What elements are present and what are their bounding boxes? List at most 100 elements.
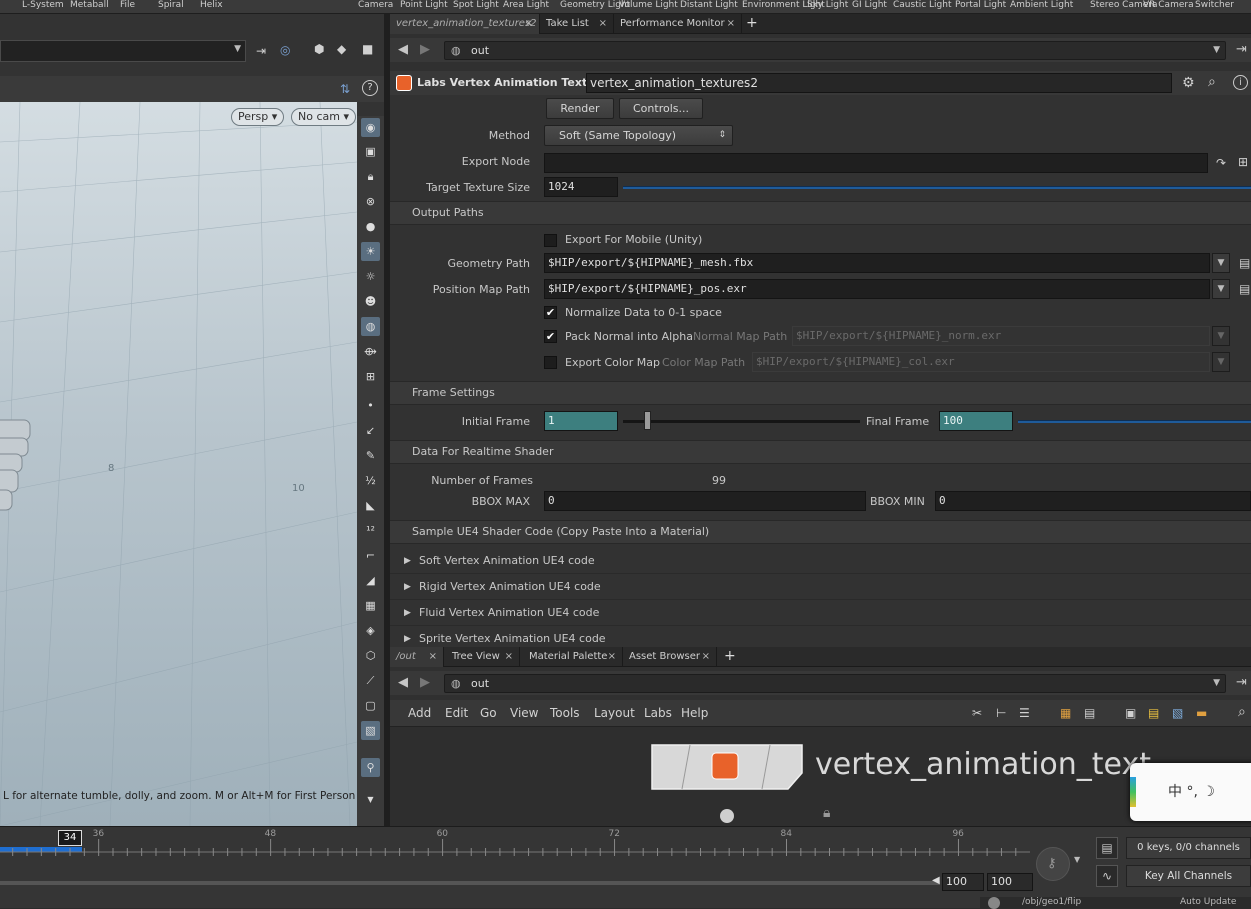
close-icon[interactable]: × <box>608 647 616 667</box>
corner-icon[interactable]: ⌐ <box>361 546 380 565</box>
menu-help[interactable]: Help <box>681 700 708 727</box>
shelf-item[interactable]: Spiral <box>158 0 184 10</box>
file-browse-icon[interactable]: ▤ <box>1239 256 1250 270</box>
close-icon[interactable]: × <box>505 647 513 667</box>
viewport-path-field[interactable]: ▼ <box>0 40 246 62</box>
current-frame-marker[interactable]: 34 <box>58 830 82 846</box>
point-icon[interactable]: • <box>361 396 380 415</box>
normal-map-field[interactable]: $HIP/export/${HIPNAME}_norm.exr <box>792 326 1210 346</box>
chevron-down-icon[interactable]: ▼ <box>1074 855 1080 864</box>
shelf-item[interactable]: Area Light <box>503 0 549 10</box>
graph-icon[interactable]: ∿ <box>1096 865 1118 887</box>
note-icon[interactable]: ▤ <box>1148 706 1159 720</box>
ime-toolbar[interactable]: 中 °, ☽ <box>1130 763 1251 821</box>
display-icon[interactable]: ▣ <box>361 142 380 161</box>
globe-icon[interactable]: ◍ <box>361 317 380 336</box>
soft-ue4-folder[interactable]: ▶ Soft Vertex Animation UE4 code <box>390 548 1251 574</box>
ue4-shader-section[interactable]: Sample UE4 Shader Code (Copy Paste Into … <box>390 520 1251 544</box>
key-icon[interactable]: ⚷ <box>1036 847 1070 881</box>
shelf-item[interactable]: VR Camera <box>1143 0 1194 10</box>
shelf-item[interactable]: Spot Light <box>453 0 499 10</box>
shelf-item[interactable]: Volume Light <box>619 0 678 10</box>
window-icon[interactable]: ▣ <box>1125 706 1136 720</box>
channel-list-icon[interactable]: ▤ <box>1096 837 1118 859</box>
global-end-field[interactable]: 100 <box>987 873 1033 891</box>
frame-icon[interactable]: ▢ <box>361 696 380 715</box>
output-paths-section[interactable]: Output Paths <box>390 201 1251 225</box>
chevron-down-icon[interactable]: ▼ <box>1213 42 1220 59</box>
shelf-item[interactable]: Ambient Light <box>1010 0 1073 10</box>
search-icon[interactable]: ⌕ <box>1208 75 1216 89</box>
chevron-down-icon[interactable]: ▼ <box>1212 352 1230 372</box>
tab-asset-browser[interactable]: Asset Browser × <box>623 647 717 667</box>
fluid-ue4-folder[interactable]: ▶ Fluid Vertex Animation UE4 code <box>390 600 1251 626</box>
lock-icon[interactable]: 🔒︎ <box>823 805 830 821</box>
cube-icon[interactable]: ⬢ <box>314 42 324 56</box>
realtime-shader-section[interactable]: Data For Realtime Shader <box>390 440 1251 464</box>
hex-icon[interactable]: ⬡ <box>361 646 380 665</box>
network-canvas[interactable]: vertex_animation_text 🔒︎ 中 °, ☽ <box>390 727 1251 826</box>
auto-update-button[interactable]: Auto Update <box>1180 897 1236 907</box>
node-select-icon[interactable]: ⊞ <box>1238 155 1248 169</box>
menu-add[interactable]: Add <box>408 700 431 727</box>
wrench-icon[interactable]: ✂ <box>972 706 982 720</box>
pin-icon[interactable]: ⇥ <box>1236 42 1247 57</box>
pin-icon[interactable]: ⇥ <box>256 44 266 58</box>
edge-icon[interactable]: ↙ <box>361 421 380 440</box>
back-arrow-icon[interactable]: ◀ <box>398 675 408 690</box>
forward-arrow-icon[interactable]: ▶ <box>420 675 430 690</box>
initial-frame-slider[interactable] <box>623 420 860 423</box>
chevron-down-icon[interactable]: ▼ <box>1212 326 1230 346</box>
tab-material-palette[interactable]: Material Palette × <box>523 647 623 667</box>
menu-labs[interactable]: Labs <box>644 700 672 727</box>
tree-icon[interactable]: ⊢ <box>996 706 1006 720</box>
shelf-item[interactable]: File <box>120 0 135 10</box>
rigid-ue4-folder[interactable]: ▶ Rigid Vertex Animation UE4 code <box>390 574 1251 600</box>
tab-performance-monitor[interactable]: Performance Monitor × <box>614 14 742 34</box>
range-slider[interactable] <box>0 881 940 885</box>
pin-map-icon[interactable]: ⚲ <box>361 758 380 777</box>
method-select[interactable]: Soft (Same Topology) ⇕ <box>544 125 733 146</box>
add-tab-button[interactable]: + <box>746 15 758 31</box>
final-frame-slider[interactable] <box>1018 420 1251 423</box>
list-icon[interactable]: ☰ <box>1019 706 1030 720</box>
shelf-item[interactable]: Point Light <box>400 0 448 10</box>
shelf-item[interactable]: Switcher <box>1195 0 1234 10</box>
knife-icon[interactable]: ⟋ <box>361 671 380 690</box>
export-color-checkbox[interactable] <box>544 356 557 369</box>
position-map-field[interactable]: $HIP/export/${HIPNAME}_pos.exr <box>544 279 1210 299</box>
info-icon[interactable]: i <box>1233 75 1248 90</box>
help-icon[interactable]: ? <box>362 80 378 96</box>
shelf-item[interactable]: Distant Light <box>680 0 738 10</box>
tab-vertex-animation[interactable]: vertex_animation_textures2 × <box>390 14 540 34</box>
chevron-down-icon[interactable]: ▼ <box>1212 279 1230 299</box>
tab-tree-view[interactable]: Tree View × <box>446 647 520 667</box>
timeline-ruler[interactable] <box>0 827 1040 863</box>
node-name-field[interactable]: vertex_animation_textures2 <box>586 73 1172 93</box>
add-tab-button[interactable]: + <box>724 648 736 664</box>
bbox-min-field[interactable]: 0 <box>935 491 1251 511</box>
menu-view[interactable]: View <box>510 700 538 727</box>
geometry-path-field[interactable]: $HIP/export/${HIPNAME}_mesh.fbx <box>544 253 1210 273</box>
network-path-field[interactable]: ◍ out ▼ <box>444 674 1226 693</box>
image-icon[interactable]: ▧ <box>361 721 380 740</box>
persp-menu[interactable]: Persp ▾ <box>231 108 285 126</box>
controls-button[interactable]: Controls... <box>619 98 703 119</box>
initial-frame-field[interactable]: 1 <box>544 411 618 431</box>
color-grid-icon[interactable]: ▦ <box>1060 706 1071 720</box>
range-handle-icon[interactable]: ◀ <box>932 875 940 886</box>
target-icon[interactable]: ◎ <box>280 43 290 57</box>
menu-layout[interactable]: Layout <box>594 700 635 727</box>
vat-node[interactable] <box>650 743 805 793</box>
range-end-field[interactable]: 100 <box>942 873 984 891</box>
shelf-item[interactable]: Sky Light <box>807 0 848 10</box>
close-icon[interactable]: × <box>727 14 735 34</box>
shelf-item[interactable]: L-System <box>22 0 64 10</box>
triangle-icon[interactable]: ◢ <box>361 571 380 590</box>
chevron-down-icon[interactable]: ▼ <box>1213 675 1220 692</box>
menu-edit[interactable]: Edit <box>445 700 468 727</box>
back-arrow-icon[interactable]: ◀ <box>398 42 408 57</box>
box-icon[interactable]: ▬ <box>1196 706 1207 720</box>
shelf-item[interactable]: Metaball <box>70 0 109 10</box>
chevron-down-icon[interactable]: ▼ <box>234 44 241 54</box>
